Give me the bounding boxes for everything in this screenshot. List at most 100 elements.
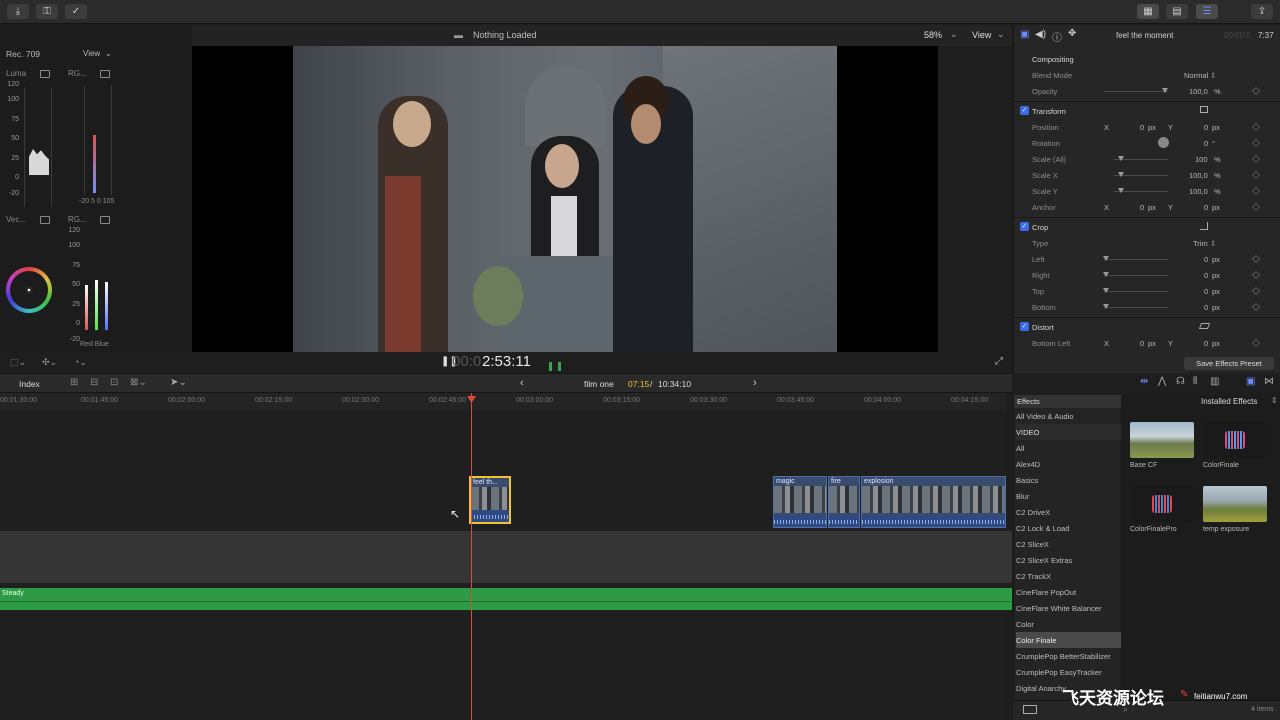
audio-skimming-icon[interactable]: ⋀	[1158, 376, 1166, 387]
crop-slider[interactable]	[1104, 291, 1168, 292]
scale-y-field[interactable]: 100,0	[1189, 187, 1208, 196]
sidebar-toggle-icon[interactable]	[1023, 705, 1037, 714]
keyframe-icon[interactable]	[1251, 202, 1261, 212]
import-icon[interactable]: ⤓	[7, 4, 29, 19]
slider-knob[interactable]	[1118, 188, 1124, 193]
scope-view-menu[interactable]: View	[83, 49, 100, 58]
effects-category[interactable]: CineFlare White Balancer	[1016, 600, 1121, 616]
headphones-icon[interactable]: ☊	[1176, 376, 1185, 387]
effects-category[interactable]: Basics	[1016, 472, 1121, 488]
slider-knob[interactable]	[1118, 172, 1124, 177]
position-x-field[interactable]: 0	[1140, 123, 1144, 132]
crop-top-field[interactable]: 0	[1204, 287, 1208, 296]
slider-knob[interactable]	[1162, 88, 1168, 93]
crop-right-field[interactable]: 0	[1204, 271, 1208, 280]
slider-knob[interactable]	[1118, 156, 1124, 161]
primary-storyline[interactable]	[0, 531, 1012, 583]
video-inspector-icon[interactable]: ▣	[1020, 29, 1029, 40]
timeline-ruler[interactable]: 00:01:30:00 00:01:45:00 00:02:00:00 00:0…	[0, 393, 1006, 409]
timeline-view-icon[interactable]: ▤	[1166, 4, 1188, 19]
keyframe-icon[interactable]	[1251, 270, 1261, 280]
rotation-dial[interactable]	[1158, 137, 1169, 148]
effects-category-selected[interactable]: Color Finale	[1016, 632, 1121, 648]
distort-icon[interactable]	[1198, 323, 1211, 329]
keyframe-icon[interactable]	[1251, 254, 1261, 264]
clip-fire[interactable]: fire	[828, 476, 860, 528]
view-options-icon[interactable]: ⬚⌄	[10, 357, 26, 368]
skimming-icon[interactable]: ⇹	[1140, 376, 1148, 387]
clip-magic[interactable]: magic	[773, 476, 827, 528]
keyframe-icon[interactable]	[1251, 122, 1261, 132]
keyframe-icon[interactable]	[1251, 86, 1261, 96]
position-y-field[interactable]: 0	[1204, 123, 1208, 132]
crop-slider[interactable]	[1104, 259, 1168, 260]
keyframe-icon[interactable]	[1251, 286, 1261, 296]
bottom-left-y-field[interactable]: 0	[1204, 339, 1208, 348]
share-icon[interactable]: ⇪	[1251, 4, 1273, 19]
fullscreen-icon[interactable]: ⤢	[995, 356, 1003, 367]
select-tool-icon[interactable]: ➤⌄	[170, 377, 187, 388]
installed-effects-menu[interactable]: Installed Effects	[1201, 397, 1257, 406]
effects-category[interactable]: CrumplePop EasyTracker	[1016, 664, 1121, 680]
viewer-view-menu[interactable]: View	[972, 30, 991, 40]
opacity-value[interactable]: 100,0	[1189, 87, 1208, 96]
slider-knob[interactable]	[1103, 304, 1109, 309]
transition-icon[interactable]: ✥	[1068, 28, 1076, 39]
timecode-display[interactable]: 2:53:11	[482, 353, 531, 370]
scope-settings-icon[interactable]	[100, 70, 110, 78]
distort-checkbox[interactable]: ✓	[1020, 322, 1029, 331]
temp-exposure-thumbnail[interactable]	[1203, 486, 1267, 522]
speed-icon[interactable]: ◔⌄	[74, 357, 87, 368]
audio-track-steady[interactable]: Steady	[0, 588, 1012, 610]
keyframe-icon[interactable]	[1251, 170, 1261, 180]
effects-category[interactable]: C2 SliceX	[1016, 536, 1121, 552]
effects-category[interactable]: C2 TrackX	[1016, 568, 1121, 584]
effects-category[interactable]: Color	[1016, 616, 1121, 632]
effects-category[interactable]: All Video & Audio	[1016, 408, 1121, 424]
effects-category[interactable]: Alex4D	[1016, 456, 1121, 472]
bottom-left-x-field[interactable]: 0	[1140, 339, 1144, 348]
playhead[interactable]	[471, 393, 472, 720]
effects-category[interactable]: C2 SliceX Extras	[1016, 552, 1121, 568]
crop-checkbox[interactable]: ✓	[1020, 222, 1029, 231]
overwrite-clip-icon[interactable]: ⊡	[110, 377, 118, 388]
clip-appearance-icon[interactable]: ▥	[1210, 376, 1219, 387]
keyframe-icon[interactable]	[1251, 186, 1261, 196]
base-cf-thumbnail[interactable]	[1130, 422, 1194, 458]
effects-category[interactable]: C2 DriveX	[1016, 504, 1121, 520]
effects-category[interactable]: CrumplePop BetterStabilizer	[1016, 648, 1121, 664]
colorfinale-thumbnail[interactable]	[1203, 422, 1267, 458]
effects-category[interactable]: All	[1016, 440, 1121, 456]
onscreen-control-icon[interactable]	[1200, 106, 1208, 113]
crop-bottom-field[interactable]: 0	[1204, 303, 1208, 312]
chevron-left-icon[interactable]: ‹	[520, 377, 524, 389]
append-clip-icon[interactable]: ⊞	[70, 377, 78, 388]
transform-tool-icon[interactable]: ✣⌄	[42, 357, 57, 368]
audio-inspector-icon[interactable]: ◀︎)	[1035, 29, 1046, 40]
keyframe-icon[interactable]	[1251, 154, 1261, 164]
key-icon[interactable]: ⚿	[36, 4, 58, 19]
crop-left-field[interactable]: 0	[1204, 255, 1208, 264]
anchor-x-field[interactable]: 0	[1140, 203, 1144, 212]
zoom-level[interactable]: 58%	[924, 30, 942, 40]
crop-type-select[interactable]: Trim	[1193, 239, 1208, 248]
effects-browser-icon[interactable]: ▣	[1246, 376, 1255, 387]
blend-mode-select[interactable]: Normal	[1184, 71, 1208, 80]
keyframe-icon[interactable]	[1251, 138, 1261, 148]
scope-settings-icon[interactable]	[100, 216, 110, 224]
scale-all-field[interactable]: 100	[1195, 155, 1208, 164]
rotation-field[interactable]: 0	[1204, 139, 1208, 148]
insert-clip-icon[interactable]: ⊟	[90, 377, 98, 388]
scale-x-field[interactable]: 100,0	[1189, 171, 1208, 180]
anchor-y-field[interactable]: 0	[1204, 203, 1208, 212]
connect-clip-icon[interactable]: ⊠⌄	[130, 377, 147, 388]
slider-knob[interactable]	[1103, 256, 1109, 261]
effects-category[interactable]: C2 Lock & Load	[1016, 520, 1121, 536]
chevron-right-icon[interactable]: ›	[753, 377, 757, 389]
browser-view-icon[interactable]: ▦	[1137, 4, 1159, 19]
keyframe-icon[interactable]	[1251, 302, 1261, 312]
crop-slider[interactable]	[1104, 275, 1168, 276]
effects-category[interactable]: CineFlare PopOut	[1016, 584, 1121, 600]
crop-slider[interactable]	[1104, 307, 1168, 308]
selected-clip[interactable]: feel th...	[469, 476, 511, 524]
